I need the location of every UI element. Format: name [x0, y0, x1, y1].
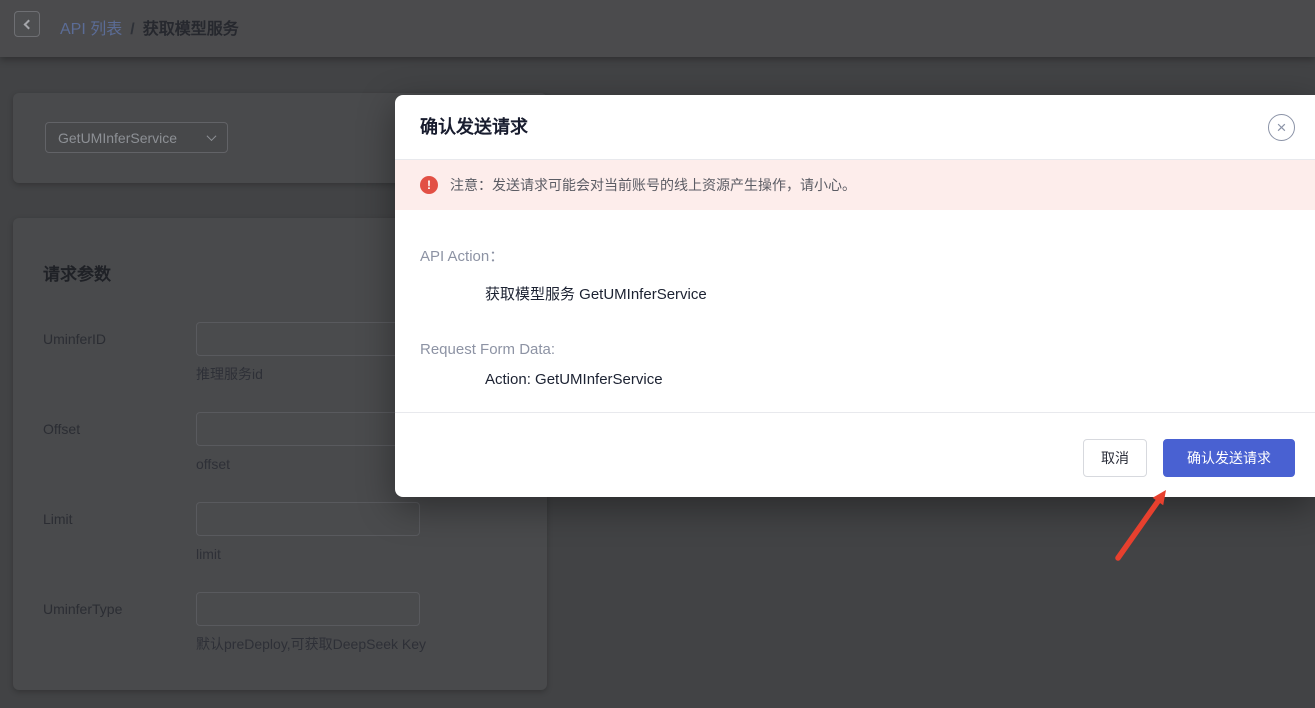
breadcrumb: API 列表 / 获取模型服务	[60, 15, 239, 39]
page-title: 获取模型服务	[143, 15, 239, 39]
field-label: Offset	[43, 412, 196, 473]
chevron-down-icon	[207, 131, 217, 141]
page-header: API 列表 / 获取模型服务	[0, 0, 1315, 57]
api-action-value: 获取模型服务 GetUMInferService	[485, 286, 1290, 304]
warning-text: 注意：发送请求可能会对当前账号的线上资源产生操作，请小心。	[450, 175, 856, 195]
breadcrumb-separator: /	[130, 21, 134, 39]
close-icon[interactable]: ×	[1268, 114, 1295, 141]
uminfertype-input[interactable]	[196, 592, 420, 626]
back-button[interactable]	[14, 11, 40, 37]
request-form-data-value: Action: GetUMInferService	[485, 371, 1290, 389]
dialog-header: 确认发送请求 ×	[395, 95, 1315, 160]
confirm-request-dialog: 确认发送请求 × ! 注意：发送请求可能会对当前账号的线上资源产生操作，请小心。…	[395, 95, 1315, 497]
limit-input[interactable]	[196, 502, 420, 536]
dialog-footer: 取消 确认发送请求	[395, 412, 1315, 497]
offset-input[interactable]	[196, 412, 420, 446]
field-hint: 推理服务id	[196, 366, 420, 383]
warning-icon: !	[420, 176, 438, 194]
uminferid-input[interactable]	[196, 322, 420, 356]
field-label: Limit	[43, 502, 196, 563]
dialog-title: 确认发送请求	[395, 95, 1315, 160]
field-label: UminferType	[43, 592, 196, 653]
cancel-button[interactable]: 取消	[1083, 439, 1147, 477]
field-hint: limit	[196, 546, 420, 563]
form-row-limit: Limit limit	[43, 502, 517, 563]
request-form-data-label: Request Form Data:	[420, 341, 1290, 359]
field-label: UminferID	[43, 322, 196, 383]
api-explorer-page: API 列表 / 获取模型服务 GetUMInferService 请求参数 U…	[0, 0, 1315, 708]
field-hint: 默认preDeploy,可获取DeepSeek Key	[196, 636, 420, 653]
api-select-value: GetUMInferService	[58, 130, 177, 146]
chevron-left-icon	[24, 19, 34, 29]
form-row-uminfertype: UminferType 默认preDeploy,可获取DeepSeek Key	[43, 592, 517, 653]
breadcrumb-link-api-list[interactable]: API 列表	[60, 15, 122, 39]
confirm-button[interactable]: 确认发送请求	[1163, 439, 1295, 477]
api-action-label: API Action：	[420, 248, 1290, 266]
dialog-body: API Action： 获取模型服务 GetUMInferService Req…	[395, 210, 1315, 389]
field-hint: offset	[196, 456, 420, 473]
api-select-dropdown[interactable]: GetUMInferService	[45, 122, 228, 153]
warning-banner: ! 注意：发送请求可能会对当前账号的线上资源产生操作，请小心。	[395, 160, 1315, 210]
